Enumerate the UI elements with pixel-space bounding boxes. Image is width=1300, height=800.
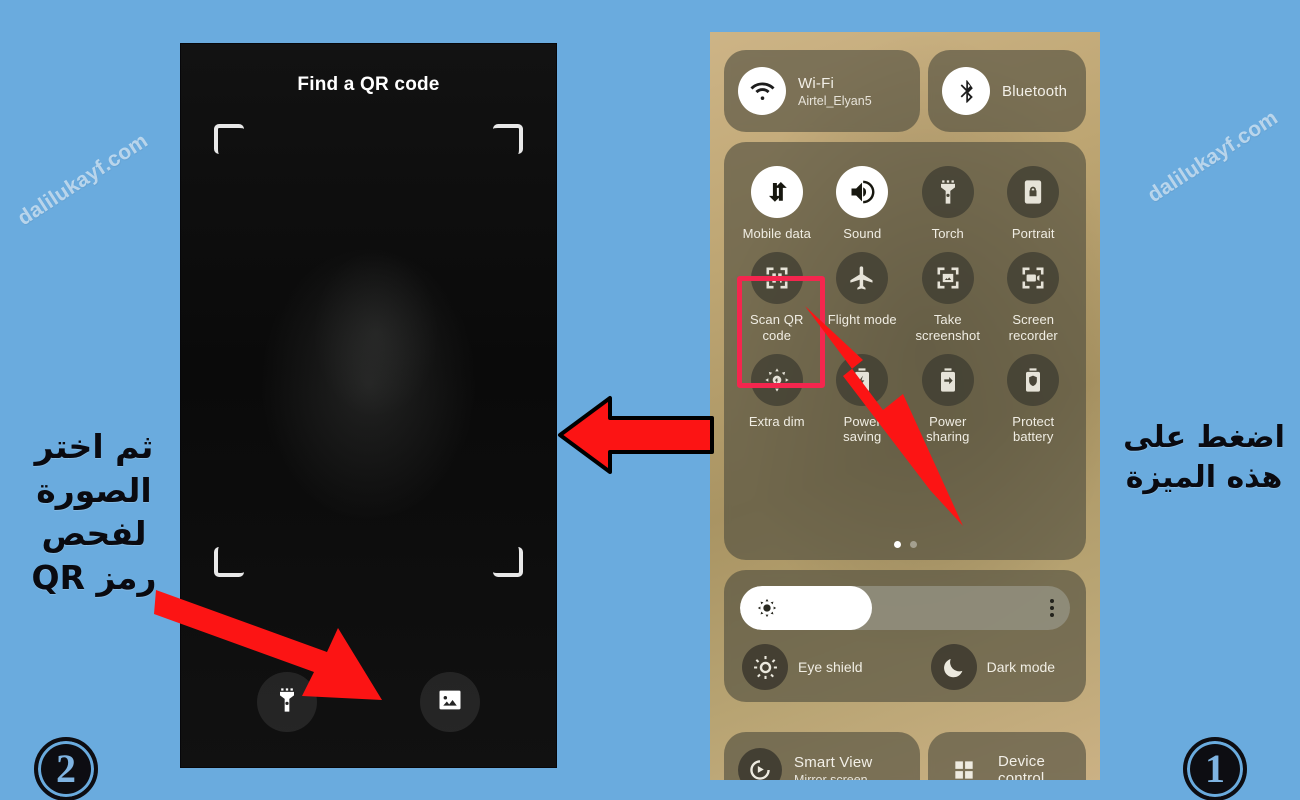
- wifi-ssid: Airtel_Elyan5: [798, 93, 872, 108]
- device-control-tile[interactable]: Device control: [928, 732, 1086, 780]
- rotation-lock-icon: [1007, 166, 1060, 218]
- page-indicator: [724, 541, 1086, 548]
- caption-step-one: اضغط على هذه الميزة: [1123, 420, 1285, 495]
- caption-step-two: ثم اختر الصورة لفحص رمز QR: [31, 427, 157, 597]
- image-icon: [436, 686, 464, 719]
- screen-recorder-icon: [1007, 251, 1060, 304]
- page-dot-2[interactable]: [909, 541, 917, 548]
- toggle-torch[interactable]: Torch: [905, 166, 991, 242]
- sound-icon: [836, 166, 889, 218]
- protect-battery-icon: [1007, 353, 1060, 406]
- device-control-icon: [942, 748, 986, 780]
- viewfinder-corner-bottom-right: [493, 547, 523, 577]
- extra-dim-icon: [750, 353, 803, 406]
- gallery-button[interactable]: [420, 672, 480, 732]
- display-mode-row: Eye shield Dark mode: [724, 644, 1086, 690]
- viewfinder-corner-top-right: [493, 124, 523, 154]
- toggle-scan-qr-code[interactable]: Scan QR code: [734, 251, 820, 344]
- viewfinder-corner-bottom-left: [214, 547, 244, 577]
- toggle-label: Power sharing: [926, 413, 970, 445]
- qr-scanner-screen: Find a QR code: [181, 44, 556, 767]
- toggle-flight-mode[interactable]: Flight mode: [820, 251, 906, 344]
- moon-icon: [930, 644, 977, 690]
- screenshot-icon: [921, 251, 974, 304]
- viewfinder-corner-top-left: [214, 124, 244, 154]
- toggle-sound[interactable]: Sound: [820, 166, 906, 242]
- toggle-screen-recorder[interactable]: Screen recorder: [991, 251, 1077, 344]
- toggle-power-saving[interactable]: Power saving: [820, 353, 906, 446]
- eye-shield-toggle[interactable]: Eye shield: [742, 644, 863, 690]
- torch-icon: [921, 166, 974, 218]
- quick-settings-panel: Wi-Fi Airtel_Elyan5 Bluetooth Mobile dat…: [710, 32, 1100, 780]
- toggle-extra-dim[interactable]: Extra dim: [734, 353, 820, 446]
- dark-mode-toggle[interactable]: Dark mode: [930, 644, 1056, 690]
- toggle-label: Flight mode: [827, 311, 897, 327]
- toggle-label: Protect battery: [1012, 413, 1055, 445]
- page-dot-1[interactable]: [893, 541, 901, 548]
- arrow-pointing-left: [558, 396, 714, 474]
- toggle-label: Extra dim: [748, 413, 805, 429]
- dark-mode-label: Dark mode: [986, 659, 1056, 675]
- watermark-left: dalilukayf.com: [13, 129, 152, 231]
- eye-shield-label: Eye shield: [798, 659, 863, 675]
- toggle-grid: Mobile data Sound Torch Portrait Scan QR cod…: [724, 142, 1086, 445]
- bluetooth-title: Bluetooth: [1002, 82, 1068, 100]
- eye-shield-icon: [742, 644, 788, 690]
- flashlight-icon: [273, 686, 301, 719]
- power-sharing-icon: [921, 353, 974, 406]
- toggle-label: Mobile data: [742, 226, 811, 241]
- toggle-label: Sound: [843, 226, 882, 241]
- toggle-label: Scan QR code: [750, 311, 804, 343]
- qr-screen-title: Find a QR code: [297, 74, 440, 95]
- mobile-data-icon: [750, 166, 803, 218]
- toggle-label: Power saving: [843, 413, 882, 445]
- airplane-icon: [836, 251, 889, 304]
- toggle-label: Screen recorder: [1008, 311, 1058, 343]
- flashlight-button[interactable]: [257, 672, 317, 732]
- toggle-take-screenshot[interactable]: Take screenshot: [905, 251, 991, 344]
- toggles-card: Mobile data Sound Torch Portrait Scan QR cod…: [724, 142, 1086, 560]
- scan-qr-icon: [750, 251, 803, 304]
- toggle-mobile-data[interactable]: Mobile data: [734, 166, 820, 242]
- bluetooth-tile[interactable]: Bluetooth: [928, 50, 1086, 132]
- toggle-label: Torch: [931, 226, 964, 241]
- brightness-slider[interactable]: [740, 586, 1070, 630]
- more-options-icon[interactable]: [1050, 599, 1054, 617]
- bluetooth-icon: [942, 67, 990, 115]
- step-number-two: 2: [34, 737, 98, 800]
- smart-view-subtitle: Mirror screen: [794, 772, 868, 781]
- toggle-label: Take screenshot: [915, 311, 981, 343]
- smart-view-title: Smart View: [794, 753, 873, 771]
- smart-view-tile[interactable]: Smart View Mirror screen: [724, 732, 920, 780]
- watermark-right: dalilukayf.com: [1143, 106, 1282, 208]
- device-control-title: Device control: [998, 753, 1046, 780]
- toggle-portrait[interactable]: Portrait: [991, 166, 1077, 242]
- brightness-icon: [756, 597, 778, 619]
- toggle-protect-battery[interactable]: Protect battery: [991, 353, 1077, 446]
- wifi-tile[interactable]: Wi-Fi Airtel_Elyan5: [724, 50, 920, 132]
- brightness-card: Eye shield Dark mode: [724, 570, 1086, 702]
- tutorial-screenshot: dalilukayf.com dalilukayf.com Find a QR …: [0, 0, 1300, 800]
- toggle-power-sharing[interactable]: Power sharing: [905, 353, 991, 446]
- wifi-title: Wi-Fi: [798, 74, 834, 92]
- toggle-label: Portrait: [1011, 226, 1055, 241]
- step-number-one: 1: [1183, 737, 1247, 800]
- power-saving-icon: [836, 353, 889, 406]
- wifi-icon: [738, 67, 786, 115]
- smart-view-icon: [738, 748, 782, 780]
